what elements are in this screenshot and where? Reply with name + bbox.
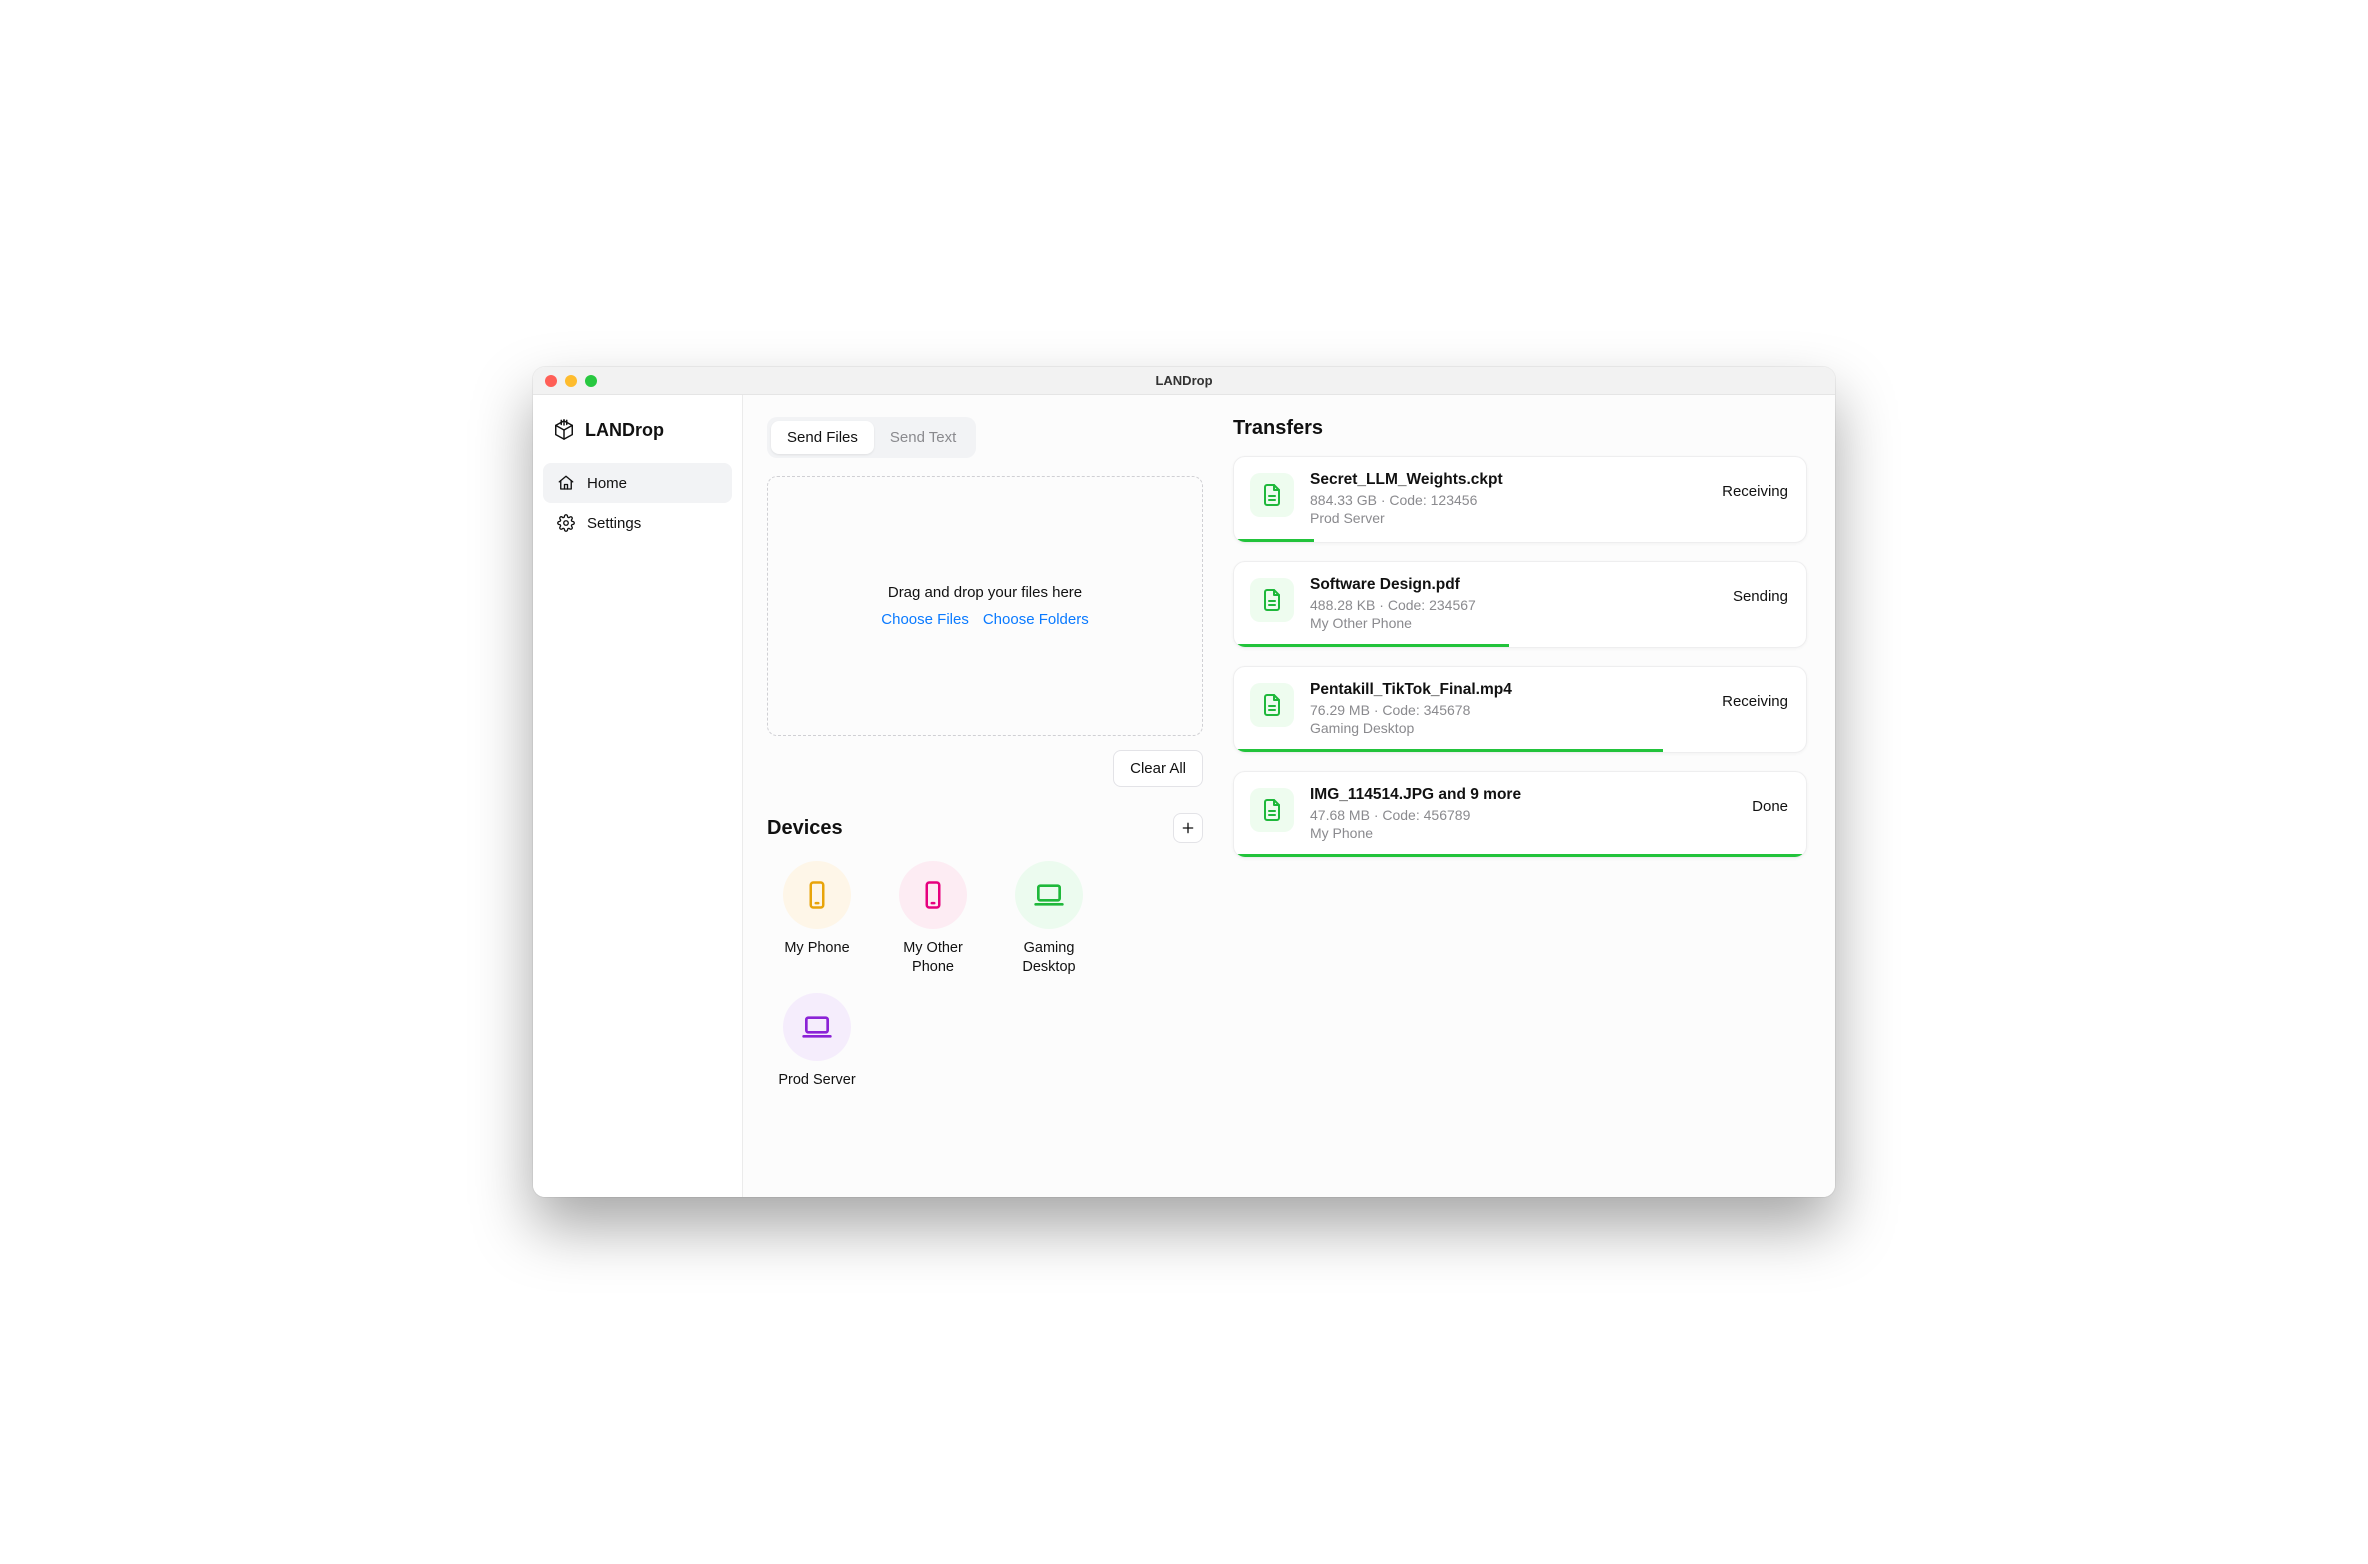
file-body: Software Design.pdf 488.28 KB · Code: 23… [1310,576,1717,647]
window-close-button[interactable] [545,375,557,387]
file-icon-wrap [1250,788,1294,832]
transfer-row: Pentakill_TikTok_Final.mp4 76.29 MB · Co… [1250,681,1788,752]
send-mode-tabs: Send Files Send Text [767,417,976,458]
transfer-status: Receiving [1722,693,1788,710]
window-zoom-button[interactable] [585,375,597,387]
devices-grid: My Phone My Other Phone Gaming Desktop P… [767,861,1203,1090]
transfer-card[interactable]: Software Design.pdf 488.28 KB · Code: 23… [1233,561,1807,648]
device-item[interactable]: My Phone [767,861,867,977]
titlebar: LANDrop [533,367,1835,395]
file-body: Secret_LLM_Weights.ckpt 884.33 GB · Code… [1310,471,1706,542]
file-peer: Prod Server [1310,510,1706,526]
file-name: Pentakill_TikTok_Final.mp4 [1310,681,1706,699]
transfer-status: Done [1752,798,1788,815]
transfer-status: Sending [1733,588,1788,605]
plus-icon [1180,820,1196,836]
file-body: Pentakill_TikTok_Final.mp4 76.29 MB · Co… [1310,681,1706,752]
laptop-icon [801,1011,833,1043]
device-item[interactable]: Prod Server [767,993,867,1090]
device-avatar [899,861,967,929]
file-icon [1260,483,1284,507]
devices-header: Devices [767,813,1203,843]
sidebar-item-home[interactable]: Home [543,463,732,503]
dropzone-links: Choose Files Choose Folders [881,611,1088,628]
transfer-row: IMG_114514.JPG and 9 more 47.68 MB · Cod… [1250,786,1788,857]
transfer-progress [1234,644,1509,647]
file-name: Secret_LLM_Weights.ckpt [1310,471,1706,489]
tab-send-text[interactable]: Send Text [874,421,972,454]
app-window: LANDrop LANDrop [533,367,1835,1197]
left-pane: Send Files Send Text Drag and drop your … [743,395,1223,1197]
file-dropzone[interactable]: Drag and drop your files here Choose Fil… [767,476,1203,736]
file-icon [1260,798,1284,822]
clear-row: Clear All [767,750,1203,787]
tab-send-files[interactable]: Send Files [771,421,874,454]
transfer-row: Software Design.pdf 488.28 KB · Code: 23… [1250,576,1788,647]
device-label: My Phone [784,939,849,958]
traffic-lights [533,375,597,387]
choose-files-link[interactable]: Choose Files [881,611,969,628]
file-body: IMG_114514.JPG and 9 more 47.68 MB · Cod… [1310,786,1736,857]
gear-icon [557,514,575,532]
file-name: IMG_114514.JPG and 9 more [1310,786,1736,804]
file-peer: My Phone [1310,825,1736,841]
transfer-status: Receiving [1722,483,1788,500]
right-pane: Transfers Secret_LLM_Weights.ckpt 884.33… [1223,395,1835,1197]
content-body: LANDrop Home Settings [533,395,1835,1197]
sidebar-item-label: Settings [587,515,641,532]
file-icon [1260,693,1284,717]
file-meta: 884.33 GB · Code: 123456 [1310,492,1706,508]
file-meta: 76.29 MB · Code: 345678 [1310,702,1706,718]
device-label: My Other Phone [883,939,983,977]
transfer-card[interactable]: Secret_LLM_Weights.ckpt 884.33 GB · Code… [1233,456,1807,543]
file-icon-wrap [1250,578,1294,622]
transfers-title: Transfers [1233,417,1807,440]
app-logo-icon [553,419,575,441]
transfer-row: Secret_LLM_Weights.ckpt 884.33 GB · Code… [1250,471,1788,542]
dropzone-text: Drag and drop your files here [888,584,1082,601]
device-label: Prod Server [778,1071,855,1090]
file-name: Software Design.pdf [1310,576,1717,594]
app-brand: LANDrop [543,413,732,463]
file-icon-wrap [1250,473,1294,517]
sidebar-item-label: Home [587,475,627,492]
device-avatar [783,861,851,929]
file-meta: 47.68 MB · Code: 456789 [1310,807,1736,823]
transfers-list: Secret_LLM_Weights.ckpt 884.33 GB · Code… [1233,456,1807,858]
transfer-progress [1234,539,1314,542]
add-device-button[interactable] [1173,813,1203,843]
file-peer: My Other Phone [1310,615,1717,631]
choose-folders-link[interactable]: Choose Folders [983,611,1089,628]
transfer-progress [1234,749,1663,752]
devices-title: Devices [767,817,843,840]
sidebar-item-settings[interactable]: Settings [543,503,732,543]
window-title: LANDrop [533,373,1835,388]
device-avatar [783,993,851,1061]
phone-icon [802,880,832,910]
file-peer: Gaming Desktop [1310,720,1706,736]
file-meta: 488.28 KB · Code: 234567 [1310,597,1717,613]
sidebar: LANDrop Home Settings [533,395,743,1197]
transfer-progress [1234,854,1806,857]
main: Send Files Send Text Drag and drop your … [743,395,1835,1197]
file-icon-wrap [1250,683,1294,727]
device-label: Gaming Desktop [999,939,1099,977]
window-minimize-button[interactable] [565,375,577,387]
device-item[interactable]: Gaming Desktop [999,861,1099,977]
phone-icon [918,880,948,910]
transfer-card[interactable]: IMG_114514.JPG and 9 more 47.68 MB · Cod… [1233,771,1807,858]
transfer-card[interactable]: Pentakill_TikTok_Final.mp4 76.29 MB · Co… [1233,666,1807,753]
clear-all-button[interactable]: Clear All [1113,750,1203,787]
device-avatar [1015,861,1083,929]
device-item[interactable]: My Other Phone [883,861,983,977]
laptop-icon [1033,879,1065,911]
file-icon [1260,588,1284,612]
home-icon [557,474,575,492]
app-name: LANDrop [585,420,664,441]
